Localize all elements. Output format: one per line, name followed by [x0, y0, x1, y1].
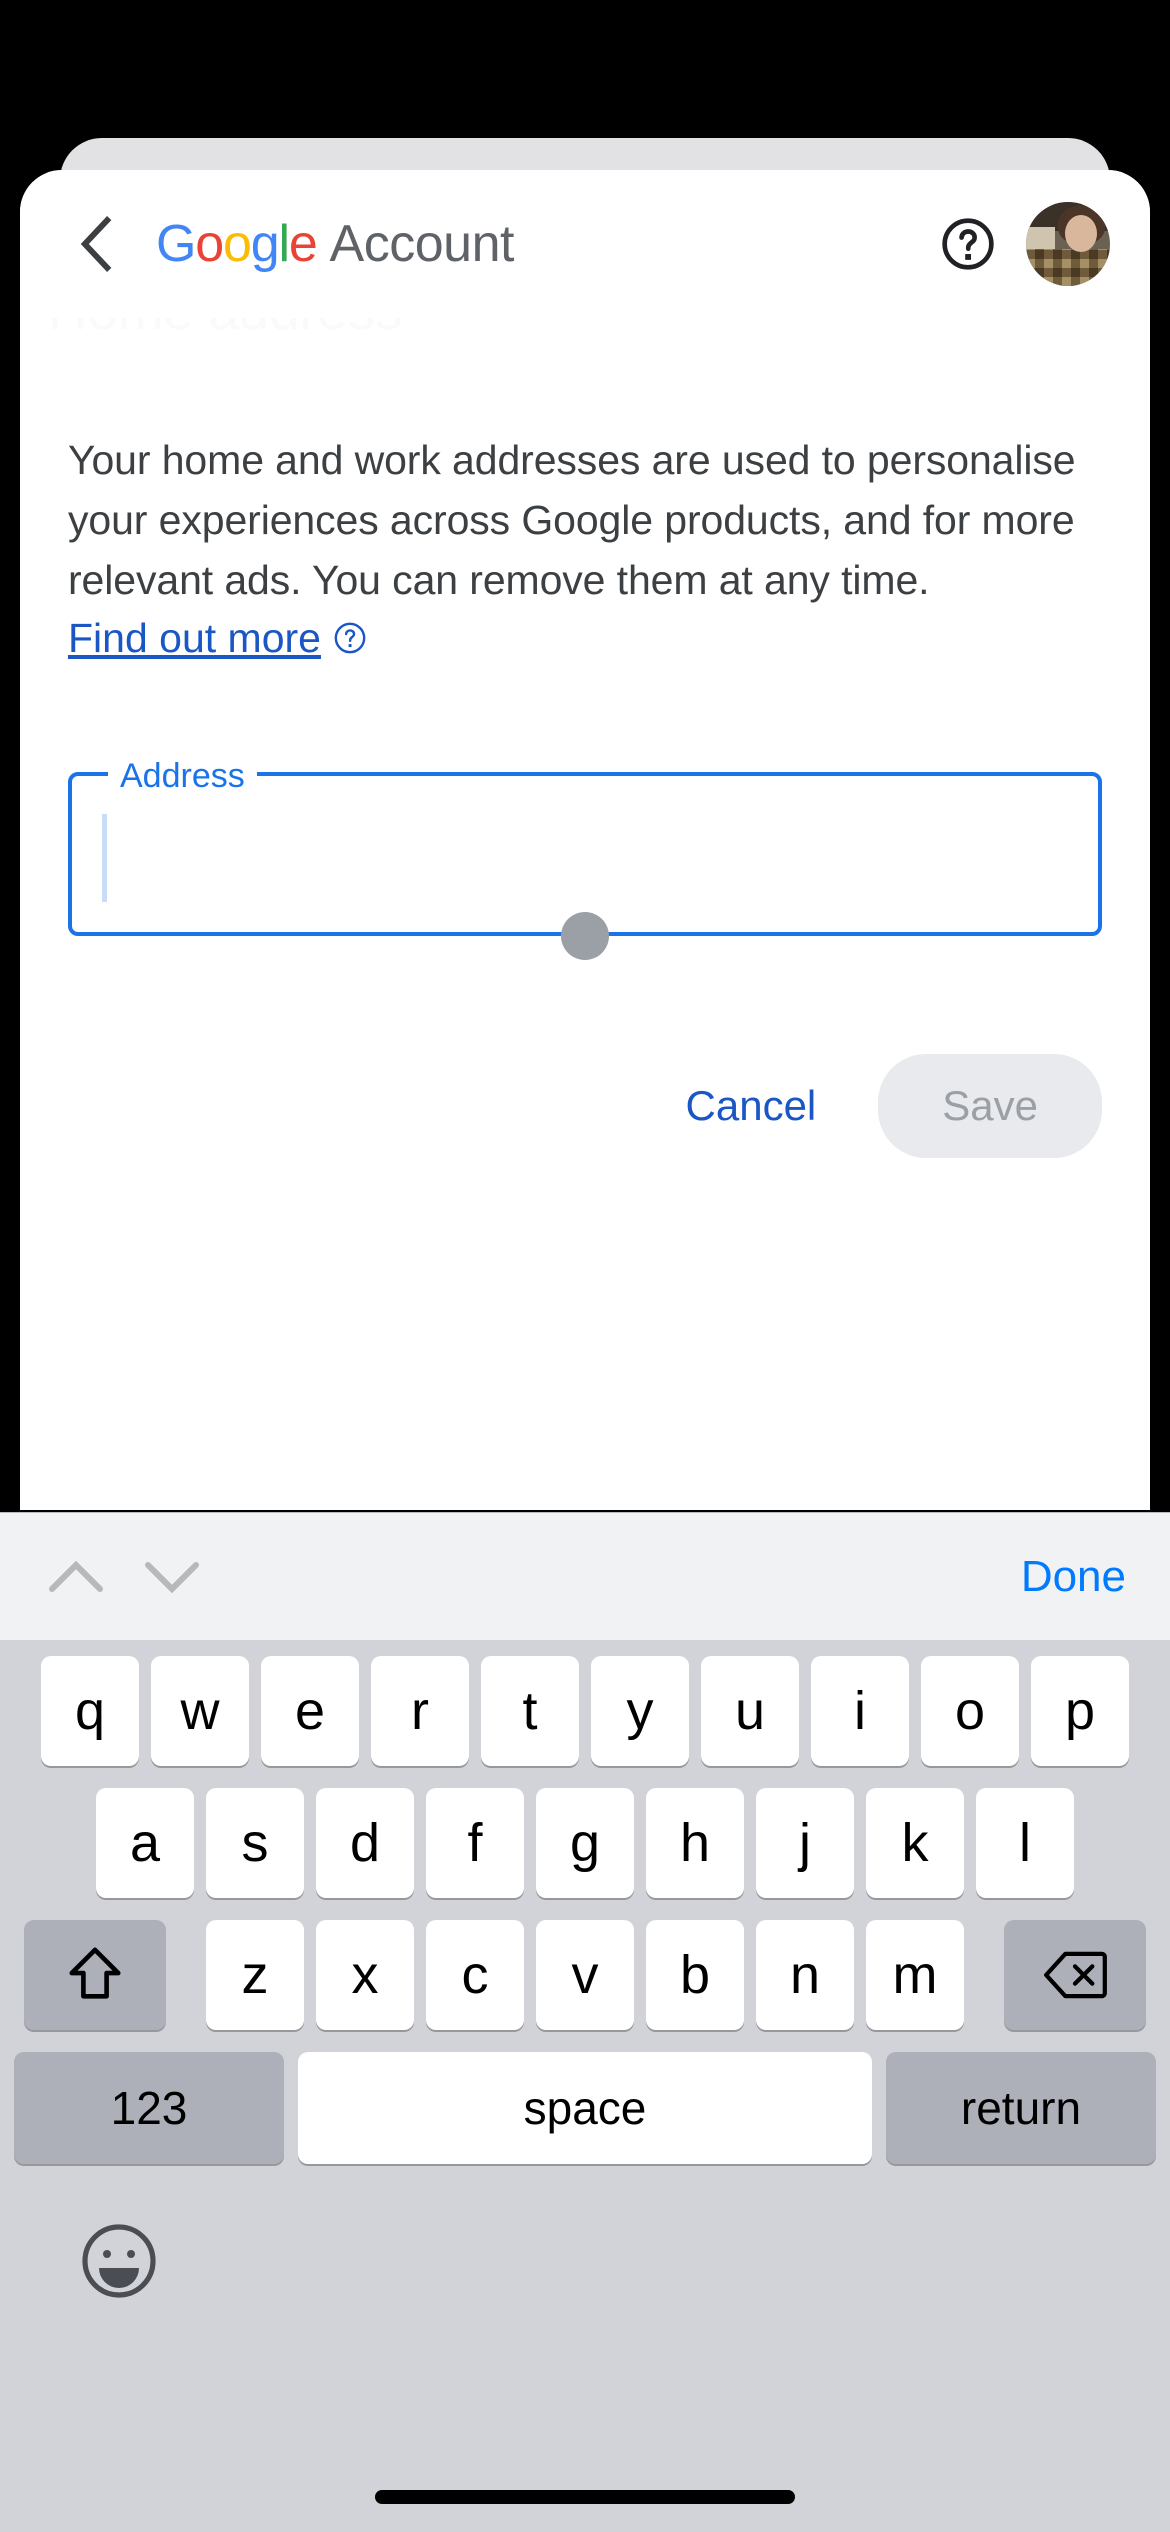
chevron-down-icon [145, 1561, 199, 1593]
text-caret [102, 814, 107, 902]
key-a[interactable]: a [96, 1788, 194, 1898]
keyboard-row-1: q w e r t y u i o p [0, 1656, 1170, 1766]
key-m[interactable]: m [866, 1920, 964, 2030]
cancel-button[interactable]: Cancel [650, 1056, 853, 1156]
app-bar: Google Account [20, 170, 1150, 318]
key-w[interactable]: w [151, 1656, 249, 1766]
key-s[interactable]: s [206, 1788, 304, 1898]
key-d[interactable]: d [316, 1788, 414, 1898]
return-key[interactable]: return [886, 2052, 1156, 2164]
numbers-key[interactable]: 123 [14, 2052, 284, 2164]
space-key[interactable]: space [298, 2052, 872, 2164]
key-j[interactable]: j [756, 1788, 854, 1898]
key-f[interactable]: f [426, 1788, 524, 1898]
help-circle-icon [942, 218, 994, 270]
key-k[interactable]: k [866, 1788, 964, 1898]
back-button[interactable] [50, 198, 142, 290]
help-circle-icon [334, 622, 366, 654]
shift-key[interactable] [24, 1920, 166, 2030]
home-indicator [375, 2490, 795, 2504]
brand-title: Google Account [156, 214, 922, 274]
key-q[interactable]: q [41, 1656, 139, 1766]
key-e[interactable]: e [261, 1656, 359, 1766]
description-text: Your home and work addresses are used to… [68, 437, 1076, 603]
help-button[interactable] [922, 198, 1014, 290]
key-v[interactable]: v [536, 1920, 634, 2030]
key-l[interactable]: l [976, 1788, 1074, 1898]
form-actions: Cancel Save [68, 1054, 1102, 1158]
phone-screen: Home address Google Account [0, 0, 1170, 2532]
key-g[interactable]: g [536, 1788, 634, 1898]
account-avatar-button[interactable] [1020, 196, 1116, 292]
backspace-icon [1044, 1951, 1107, 1999]
find-out-more-link[interactable]: Find out more [68, 608, 367, 668]
avatar [1026, 202, 1110, 286]
keyboard-rows: q w e r t y u i o p a s d f g h j k l z … [0, 1640, 1170, 2186]
save-button[interactable]: Save [878, 1054, 1102, 1158]
backspace-key[interactable] [1004, 1920, 1146, 2030]
key-z[interactable]: z [206, 1920, 304, 2030]
keyboard-accessory-bar: Done [0, 1512, 1170, 1640]
previous-field-button[interactable] [28, 1529, 124, 1625]
key-y[interactable]: y [591, 1656, 689, 1766]
account-word: Account [329, 215, 515, 273]
address-field-label: Address [108, 754, 257, 798]
on-screen-keyboard: q w e r t y u i o p a s d f g h j k l z … [0, 1640, 1170, 2532]
google-logo: Google [156, 215, 318, 273]
shift-arrow-icon [69, 1947, 121, 1999]
key-o[interactable]: o [921, 1656, 1019, 1766]
keyboard-bottom-row [0, 2186, 1170, 2336]
content-area: Your home and work addresses are used to… [20, 318, 1150, 1158]
keyboard-row-3: z x c v b n m [0, 1920, 1170, 2030]
find-out-more-row: Find out more [20, 608, 1150, 668]
key-u[interactable]: u [701, 1656, 799, 1766]
key-r[interactable]: r [371, 1656, 469, 1766]
emoji-smiley-icon [82, 2224, 156, 2298]
key-h[interactable]: h [646, 1788, 744, 1898]
key-c[interactable]: c [426, 1920, 524, 2030]
address-field-wrapper: Address [68, 754, 1102, 960]
emoji-key[interactable] [78, 2220, 160, 2302]
keyboard-row-4: 123 space return [0, 2052, 1170, 2164]
next-field-button[interactable] [124, 1529, 220, 1625]
key-b[interactable]: b [646, 1920, 744, 2030]
key-x[interactable]: x [316, 1920, 414, 2030]
key-n[interactable]: n [756, 1920, 854, 2030]
chevron-left-icon [80, 216, 112, 272]
key-i[interactable]: i [811, 1656, 909, 1766]
chevron-up-icon [49, 1560, 103, 1592]
find-out-more-label: Find out more [68, 615, 321, 661]
key-t[interactable]: t [481, 1656, 579, 1766]
text-selection-handle[interactable] [561, 912, 609, 960]
key-p[interactable]: p [1031, 1656, 1129, 1766]
keyboard-row-2: a s d f g h j k l [0, 1788, 1170, 1898]
keyboard-done-button[interactable]: Done [1021, 1552, 1126, 1602]
